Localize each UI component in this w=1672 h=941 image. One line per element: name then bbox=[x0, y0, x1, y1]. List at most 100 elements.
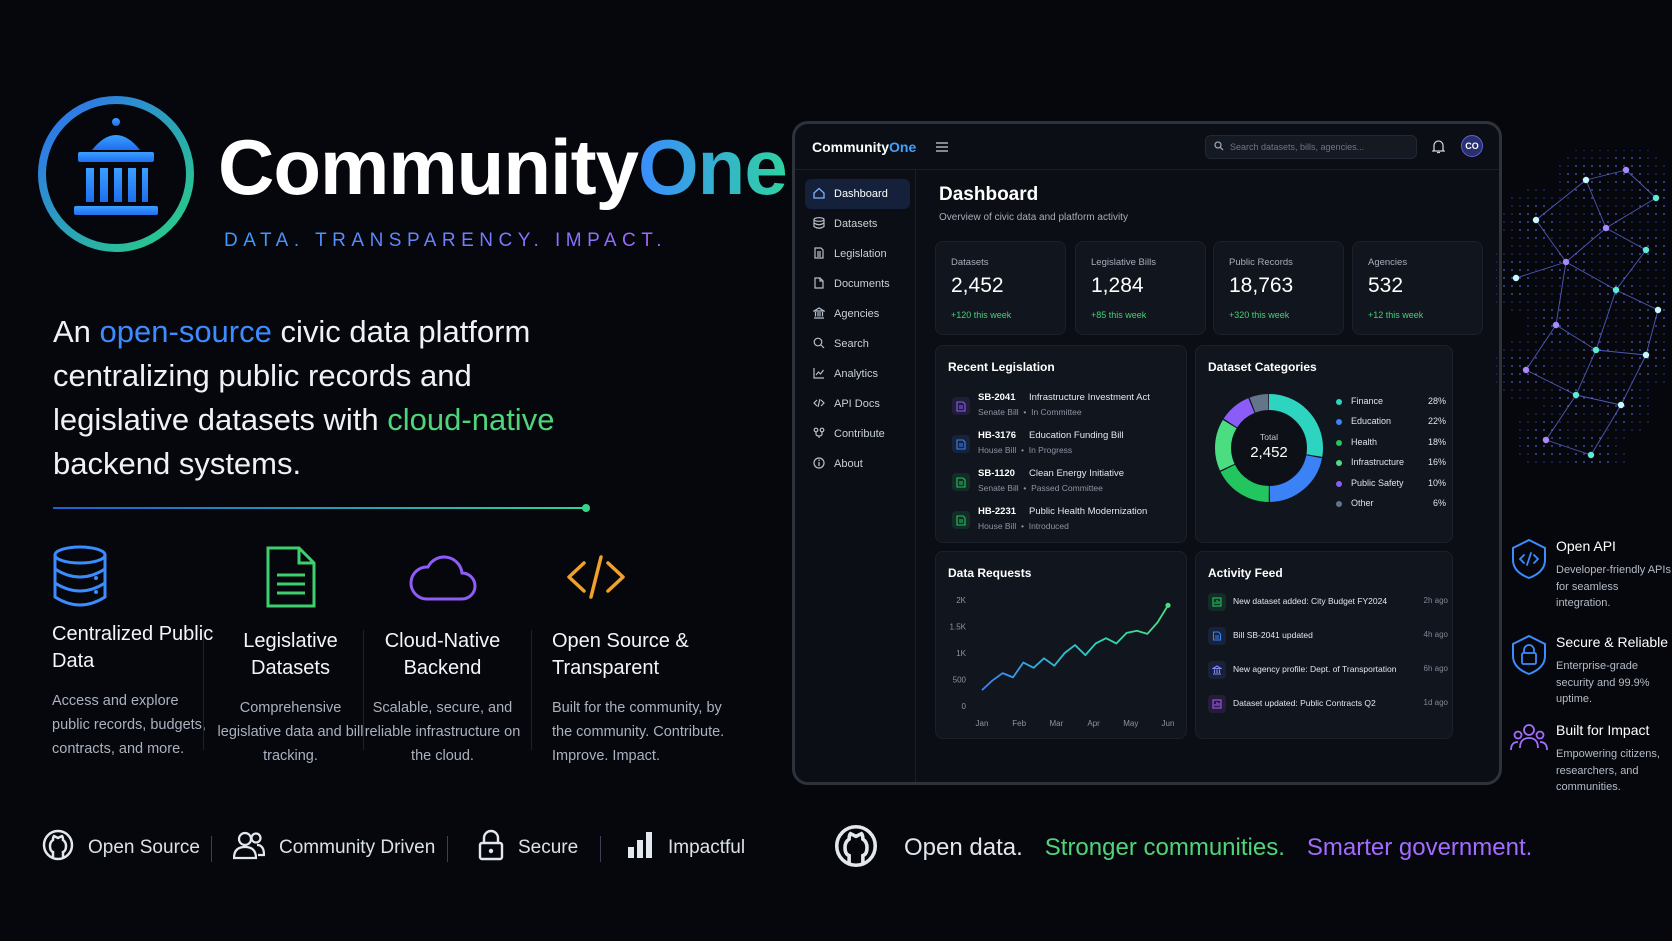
network-dot bbox=[1559, 373, 1561, 375]
badge-impactful: Impactful bbox=[626, 830, 745, 866]
legislation-item[interactable]: HB-3176 Education Funding Bill House Bil… bbox=[948, 430, 1188, 464]
sidebar-item-dashboard[interactable]: Dashboard bbox=[805, 179, 910, 209]
menu-icon[interactable] bbox=[935, 140, 949, 152]
network-dot bbox=[1615, 197, 1617, 199]
stat-label: Public Records bbox=[1229, 257, 1293, 268]
network-dot bbox=[1535, 397, 1537, 399]
network-dot bbox=[1631, 421, 1633, 423]
network-dot bbox=[1527, 229, 1529, 231]
bell-icon[interactable] bbox=[1431, 139, 1446, 159]
network-node bbox=[1612, 286, 1620, 294]
network-dot bbox=[1527, 293, 1529, 295]
bill-id: HB-3176 bbox=[978, 430, 1017, 441]
side-feature-title: Built for Impact bbox=[1556, 722, 1650, 738]
network-dot bbox=[1567, 293, 1569, 295]
network-dot bbox=[1631, 357, 1633, 359]
network-dot bbox=[1535, 341, 1537, 343]
network-dot bbox=[1583, 157, 1585, 159]
network-dot bbox=[1551, 373, 1553, 375]
network-dot bbox=[1591, 285, 1593, 287]
dashboard-logo[interactable]: CommunityOne bbox=[812, 139, 916, 155]
category-item[interactable]: Health 18% bbox=[1336, 437, 1446, 451]
category-name: Public Safety bbox=[1351, 478, 1404, 488]
network-dot bbox=[1551, 349, 1553, 351]
sidebar-item-about[interactable]: About bbox=[805, 449, 910, 479]
network-dot bbox=[1639, 165, 1641, 167]
network-dot bbox=[1511, 349, 1513, 351]
network-dot bbox=[1599, 381, 1601, 383]
network-dot bbox=[1655, 293, 1657, 295]
network-dot bbox=[1599, 445, 1601, 447]
stat-card-public-records[interactable]: Public Records 18,763 +320 this week bbox=[1213, 241, 1344, 335]
category-item[interactable]: Public Safety 10% bbox=[1336, 478, 1446, 492]
sidebar-item-agencies[interactable]: Agencies bbox=[805, 299, 910, 329]
github-icon[interactable] bbox=[834, 824, 878, 873]
network-dot bbox=[1615, 181, 1617, 183]
sidebar-item-analytics[interactable]: Analytics bbox=[805, 359, 910, 389]
category-item[interactable]: Education 22% bbox=[1336, 416, 1446, 430]
network-link bbox=[1605, 197, 1657, 229]
network-dot bbox=[1543, 381, 1545, 383]
avatar[interactable]: CO bbox=[1461, 135, 1483, 157]
x-tick-label: Mar bbox=[1050, 719, 1064, 728]
category-item[interactable]: Finance 28% bbox=[1336, 396, 1446, 410]
network-dot bbox=[1535, 237, 1537, 239]
feature-centralized-data: Centralized Public Data Access and explo… bbox=[52, 545, 217, 761]
network-dot bbox=[1607, 301, 1609, 303]
sidebar-item-search[interactable]: Search bbox=[805, 329, 910, 359]
network-dot bbox=[1503, 389, 1505, 391]
network-dot bbox=[1496, 277, 1497, 279]
stat-card-legislative-bills[interactable]: Legislative Bills 1,284 +85 this week bbox=[1075, 241, 1206, 335]
network-dot bbox=[1559, 165, 1561, 167]
stat-card-datasets[interactable]: Datasets 2,452 +120 this week bbox=[935, 241, 1066, 335]
network-dot bbox=[1559, 365, 1561, 367]
stat-label: Datasets bbox=[951, 257, 989, 268]
sidebar-item-legislation[interactable]: Legislation bbox=[805, 239, 910, 269]
network-dot bbox=[1607, 150, 1609, 151]
legislation-item[interactable]: SB-2041 Infrastructure Investment Act Se… bbox=[948, 392, 1188, 426]
category-item[interactable]: Other 6% bbox=[1336, 498, 1446, 512]
network-dot bbox=[1559, 285, 1561, 287]
category-item[interactable]: Infrastructure 16% bbox=[1336, 457, 1446, 471]
activity-item[interactable]: Dataset updated: Public Contracts Q2 1d … bbox=[1208, 694, 1448, 718]
network-dot bbox=[1623, 365, 1625, 367]
activity-feed-panel: Activity Feed New dataset added: City Bu… bbox=[1195, 551, 1453, 739]
activity-item[interactable]: New dataset added: City Budget FY2024 2h… bbox=[1208, 592, 1448, 616]
search-input[interactable]: Search datasets, bills, agencies... bbox=[1205, 135, 1417, 159]
network-dot bbox=[1591, 373, 1593, 375]
network-dot bbox=[1615, 389, 1617, 391]
network-dot bbox=[1567, 205, 1569, 207]
activity-item[interactable]: New agency profile: Dept. of Transportat… bbox=[1208, 660, 1448, 684]
sidebar-item-datasets[interactable]: Datasets bbox=[805, 209, 910, 239]
network-dot bbox=[1607, 389, 1609, 391]
network-dot bbox=[1583, 165, 1585, 167]
sidebar-item-api-docs[interactable]: API Docs bbox=[805, 389, 910, 419]
network-dot bbox=[1655, 253, 1657, 255]
stat-card-agencies[interactable]: Agencies 532 +12 this week bbox=[1352, 241, 1483, 335]
activity-item[interactable]: Bill SB-2041 updated 4h ago bbox=[1208, 626, 1448, 650]
side-feature-title: Open API bbox=[1556, 538, 1616, 554]
network-dot bbox=[1503, 285, 1505, 287]
network-dot bbox=[1599, 197, 1601, 199]
network-dot bbox=[1623, 221, 1625, 223]
side-feature-secure: Secure & Reliable Enterprise-grade secur… bbox=[1510, 634, 1672, 705]
legislation-item[interactable]: SB-1120 Clean Energy Initiative Senate B… bbox=[948, 468, 1188, 502]
network-dot bbox=[1519, 301, 1521, 303]
sidebar-item-label: Contribute bbox=[834, 428, 885, 440]
network-dot bbox=[1639, 269, 1641, 271]
legislation-item[interactable]: HB-2231 Public Health Modernization Hous… bbox=[948, 506, 1188, 540]
panel-title: Dataset Categories bbox=[1208, 360, 1317, 374]
network-dot bbox=[1639, 213, 1641, 215]
network-link bbox=[1575, 349, 1597, 396]
network-dot bbox=[1496, 253, 1497, 255]
network-dot bbox=[1559, 357, 1561, 359]
network-dot bbox=[1663, 317, 1665, 319]
network-dot bbox=[1639, 261, 1641, 263]
network-dot bbox=[1591, 413, 1593, 415]
network-dot bbox=[1623, 437, 1625, 439]
sidebar-item-contribute[interactable]: Contribute bbox=[805, 419, 910, 449]
network-dot bbox=[1575, 357, 1577, 359]
network-dot bbox=[1503, 293, 1505, 295]
network-dot bbox=[1567, 165, 1569, 167]
sidebar-item-documents[interactable]: Documents bbox=[805, 269, 910, 299]
